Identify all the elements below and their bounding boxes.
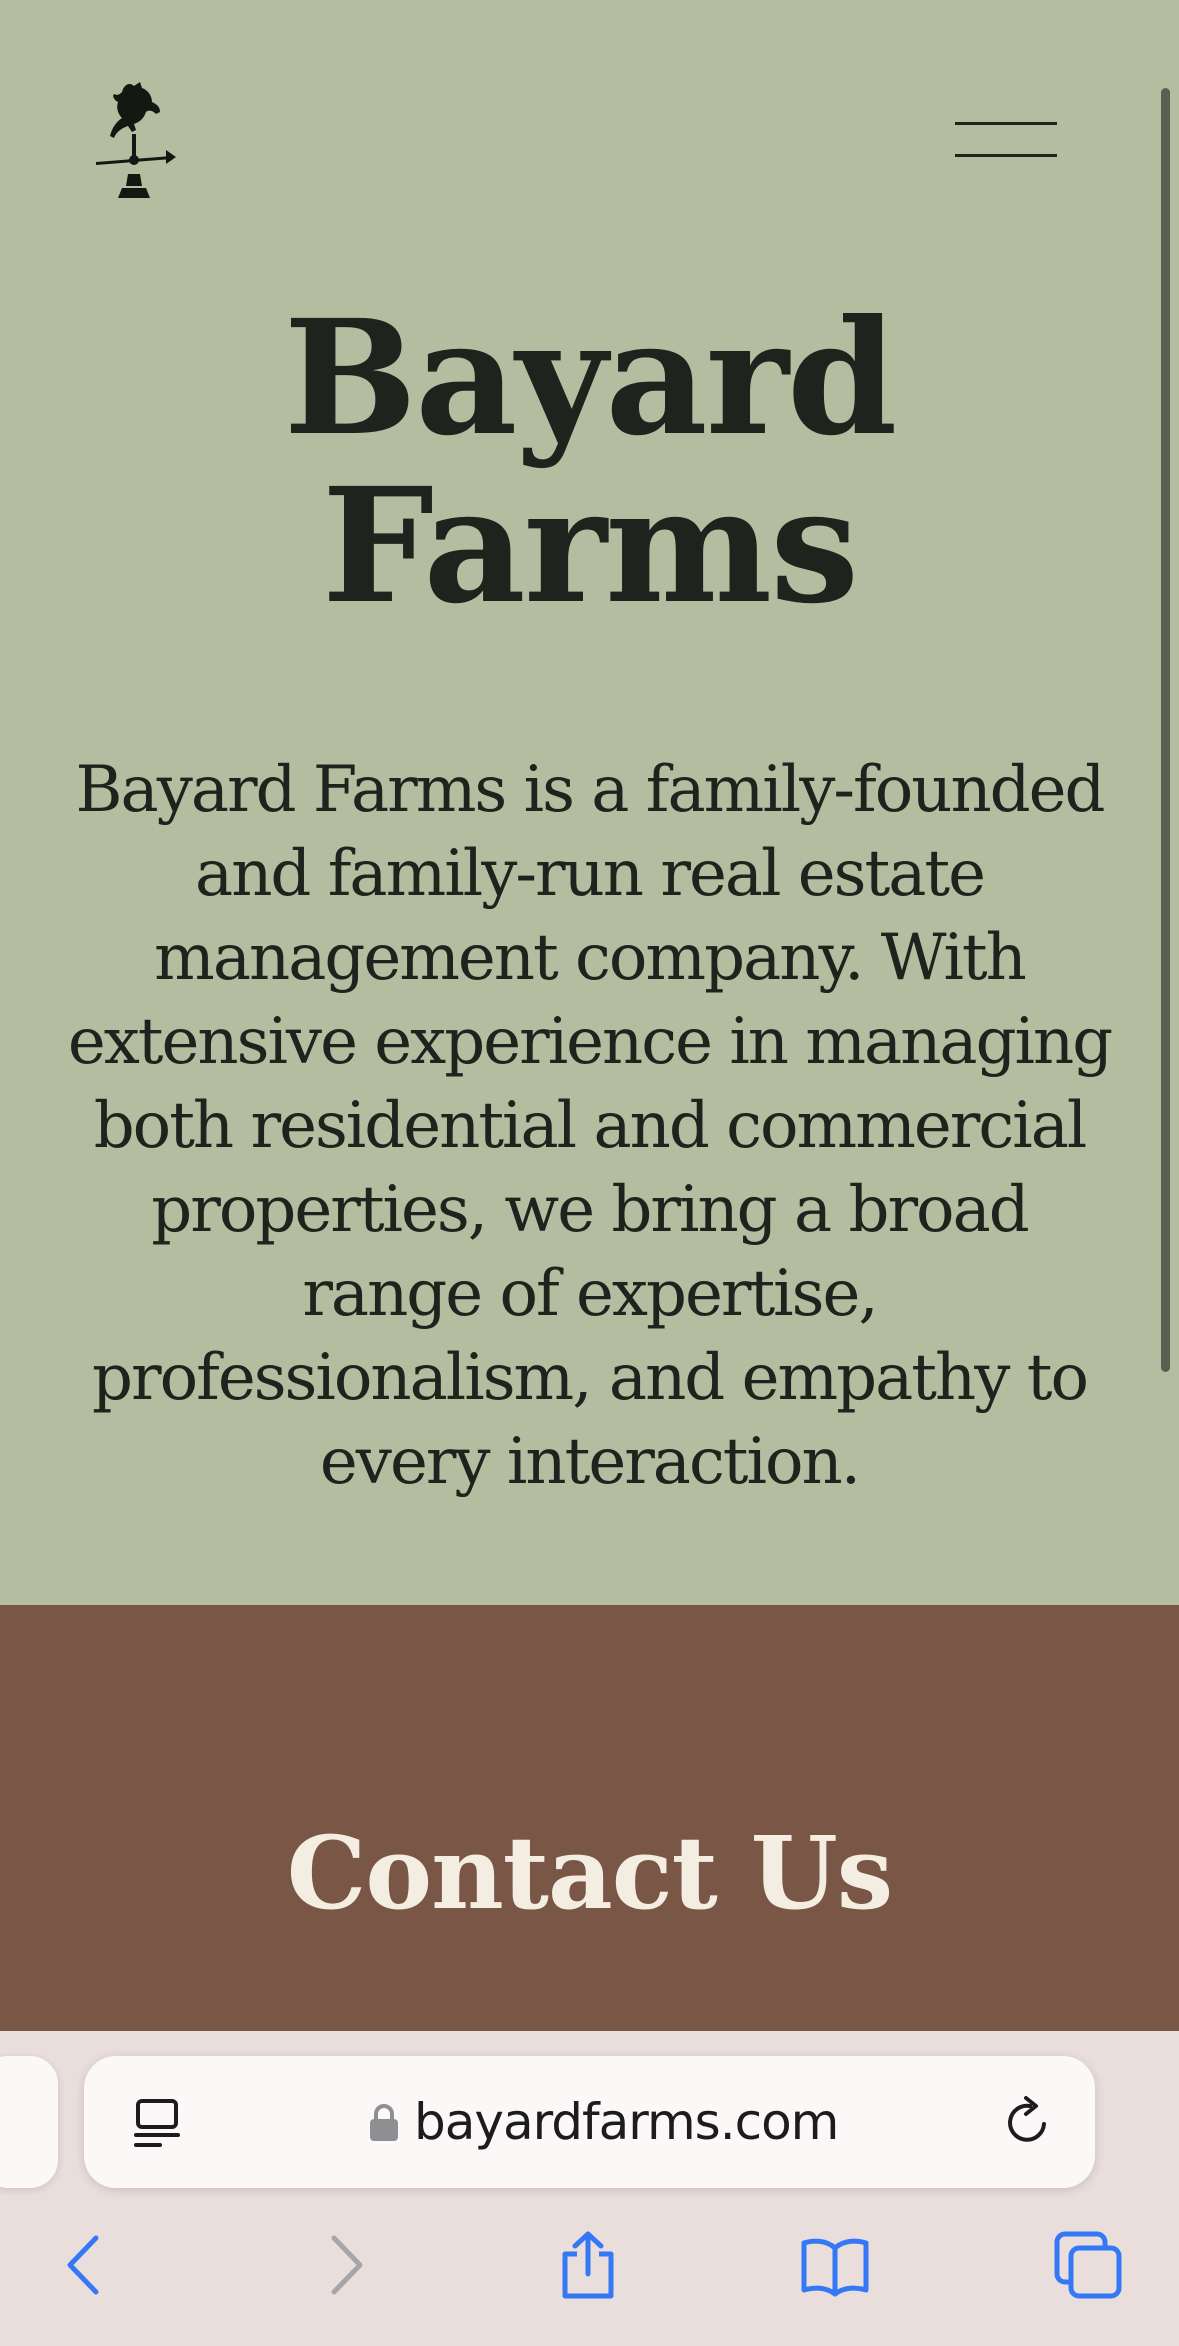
menu-line-top: [955, 122, 1057, 125]
forward-arrow-icon[interactable]: [308, 2230, 378, 2300]
page-title: Bayard Farms: [0, 295, 1179, 631]
horse-weathervane-icon[interactable]: [92, 78, 178, 202]
tabs-icon[interactable]: [1053, 2230, 1123, 2300]
share-icon[interactable]: [553, 2230, 623, 2300]
intro-paragraph: Bayard Farms is a family-founded and fam…: [67, 753, 1113, 1499]
hamburger-menu-icon[interactable]: [950, 112, 1062, 164]
back-arrow-icon[interactable]: [52, 2230, 122, 2300]
url-text[interactable]: bayardfarms.com: [414, 2091, 839, 2153]
page-scrollbar[interactable]: [1161, 88, 1170, 1372]
title-line-2: Farms: [321, 454, 859, 639]
previous-tab-preview[interactable]: [0, 2056, 58, 2188]
reader-mode-icon[interactable]: [130, 2095, 186, 2151]
contact-heading: Contact Us: [286, 1814, 893, 1932]
bookmarks-icon[interactable]: [800, 2230, 870, 2300]
reload-icon[interactable]: [1000, 2094, 1056, 2150]
lock-icon: [368, 2102, 400, 2142]
title-line-1: Bayard: [283, 286, 898, 471]
menu-line-bottom: [955, 154, 1057, 157]
